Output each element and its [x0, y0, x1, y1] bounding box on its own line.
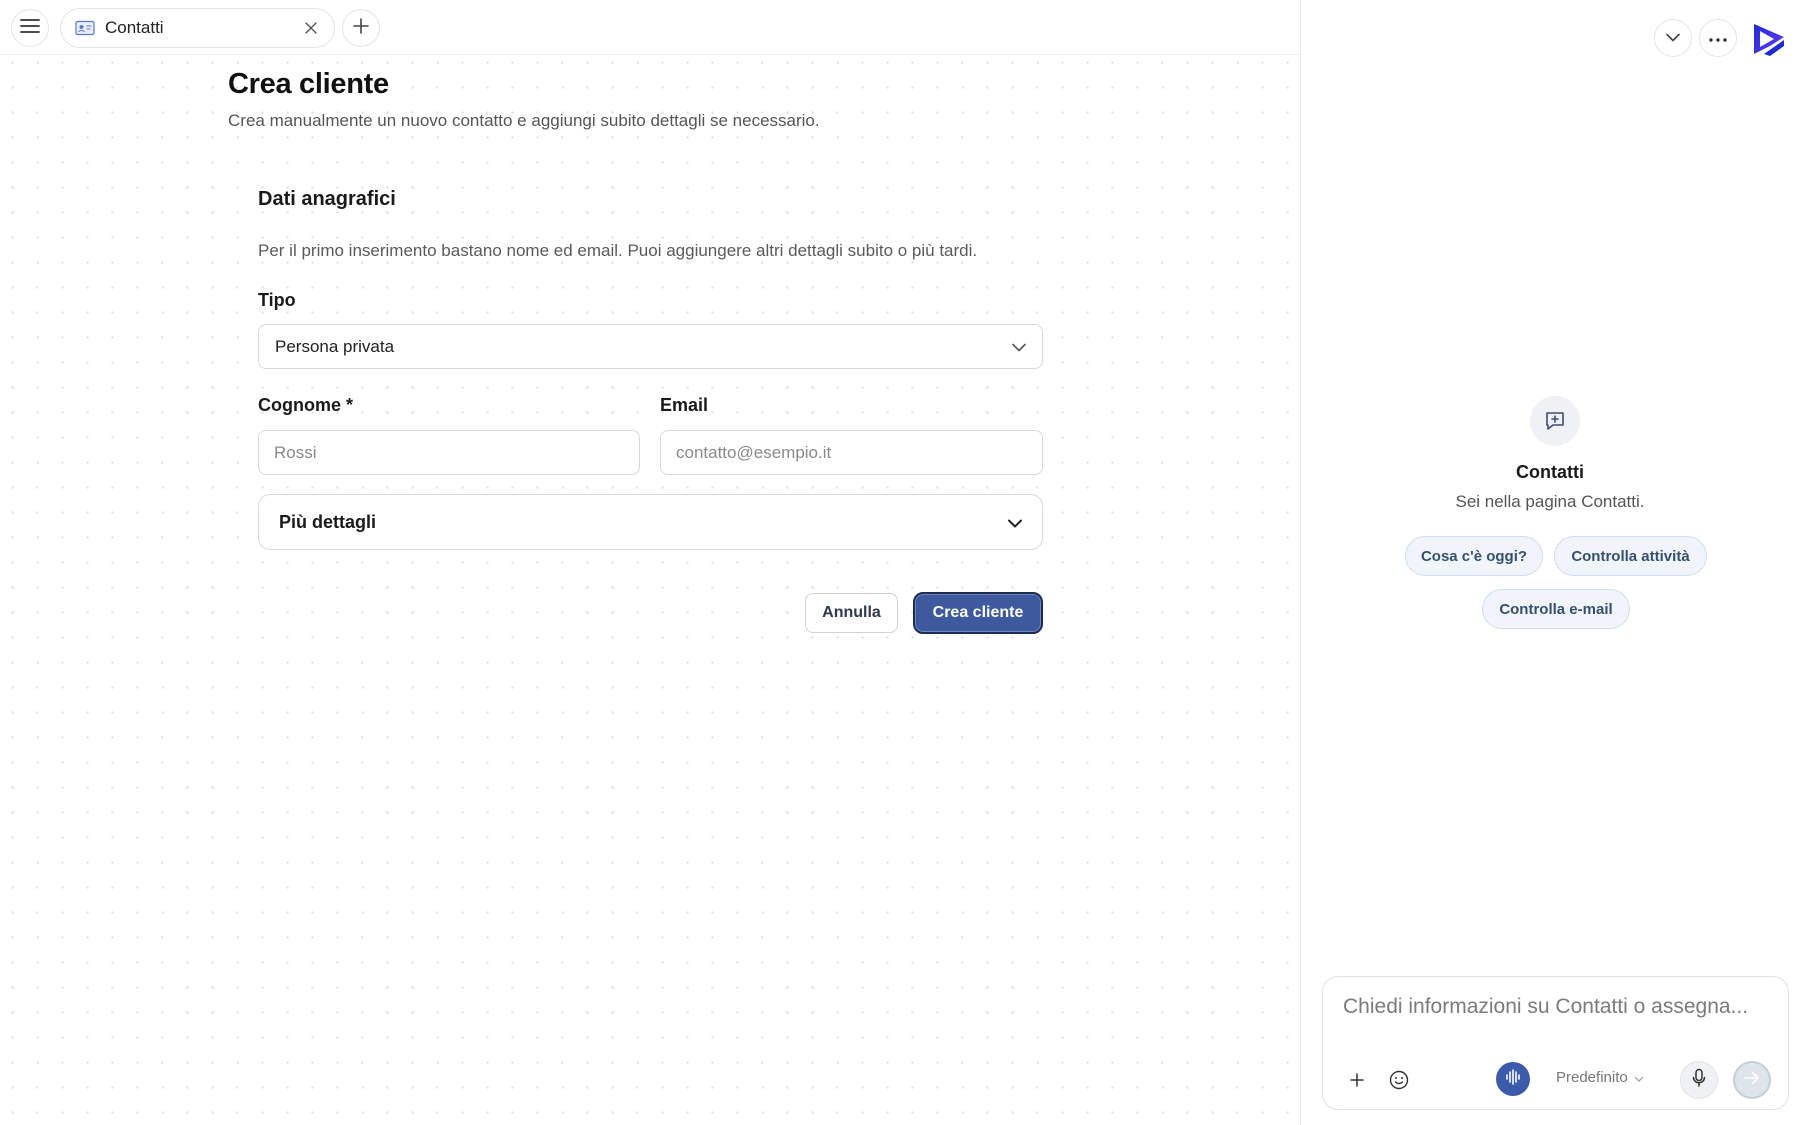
new-tab-button[interactable]: [342, 9, 380, 47]
top-bar: Contatti: [0, 0, 1300, 55]
collapse-button[interactable]: [1654, 19, 1692, 57]
menu-button[interactable]: [11, 9, 49, 47]
page-title: Crea cliente: [228, 68, 389, 100]
suggestion-chip[interactable]: Controlla e-mail: [1482, 589, 1630, 629]
close-icon[interactable]: [302, 19, 320, 37]
suggestion-chip[interactable]: Controlla attività: [1554, 536, 1707, 576]
plus-icon[interactable]: [1349, 1072, 1365, 1088]
chevron-down-icon: [1012, 337, 1026, 357]
arrow-right-icon: [1744, 1071, 1760, 1090]
more-options-button[interactable]: [1699, 19, 1737, 57]
create-client-button[interactable]: Crea cliente: [913, 592, 1043, 634]
chat-composer: Chiedi informazioni su Contatti o assegn…: [1322, 976, 1789, 1110]
type-label: Tipo: [258, 290, 296, 310]
microphone-button[interactable]: [1680, 1061, 1718, 1099]
surname-label: Cognome *: [258, 395, 354, 415]
model-select[interactable]: Predefinito: [1556, 1069, 1644, 1086]
plus-icon: [353, 17, 369, 39]
suggestion-chip[interactable]: Cosa c'è oggi?: [1405, 536, 1543, 576]
assistant-panel: [1300, 0, 1800, 1125]
chevron-down-icon: [1008, 512, 1022, 533]
voice-mode-button[interactable]: [1496, 1062, 1530, 1096]
emoji-icon[interactable]: [1388, 1069, 1410, 1091]
assistant-subtitle: Sei nella pagina Contatti.: [1455, 492, 1645, 511]
more-details-label: Più dettagli: [279, 511, 377, 532]
chevron-down-icon: [1666, 29, 1680, 47]
section-description: Per il primo inserimento bastano nome ed…: [258, 241, 978, 260]
microphone-icon: [1691, 1068, 1707, 1093]
surname-input[interactable]: [258, 430, 640, 475]
email-input[interactable]: [660, 430, 1043, 475]
more-horizontal-icon: [1709, 29, 1727, 47]
chevron-down-icon: [1634, 1069, 1644, 1086]
page-subtitle: Crea manualmente un nuovo contatto e agg…: [228, 111, 820, 130]
hamburger-menu-icon: [20, 18, 40, 39]
brand-logo-icon[interactable]: [1750, 20, 1788, 58]
more-details-accordion[interactable]: Più dettagli: [258, 494, 1043, 550]
tab-contatti[interactable]: Contatti: [60, 8, 335, 48]
send-button[interactable]: [1733, 1061, 1771, 1099]
section-title: Dati anagrafici: [258, 188, 396, 210]
model-select-label: Predefinito: [1556, 1069, 1628, 1086]
type-select-value: Persona privata: [275, 336, 395, 356]
cancel-button[interactable]: Annulla: [805, 593, 898, 633]
email-label: Email: [660, 395, 709, 415]
composer-input[interactable]: Chiedi informazioni su Contatti o assegn…: [1343, 995, 1748, 1019]
tab-label: Contatti: [105, 18, 164, 37]
type-select[interactable]: Persona privata: [258, 324, 1043, 369]
chat-plus-icon: [1530, 396, 1580, 446]
contacts-card-icon: [75, 20, 95, 36]
main-content: Crea cliente Crea manualmente un nuovo c…: [0, 56, 1300, 1125]
voice-waveform-icon: [1504, 1068, 1522, 1091]
assistant-title: Contatti: [1516, 462, 1584, 482]
